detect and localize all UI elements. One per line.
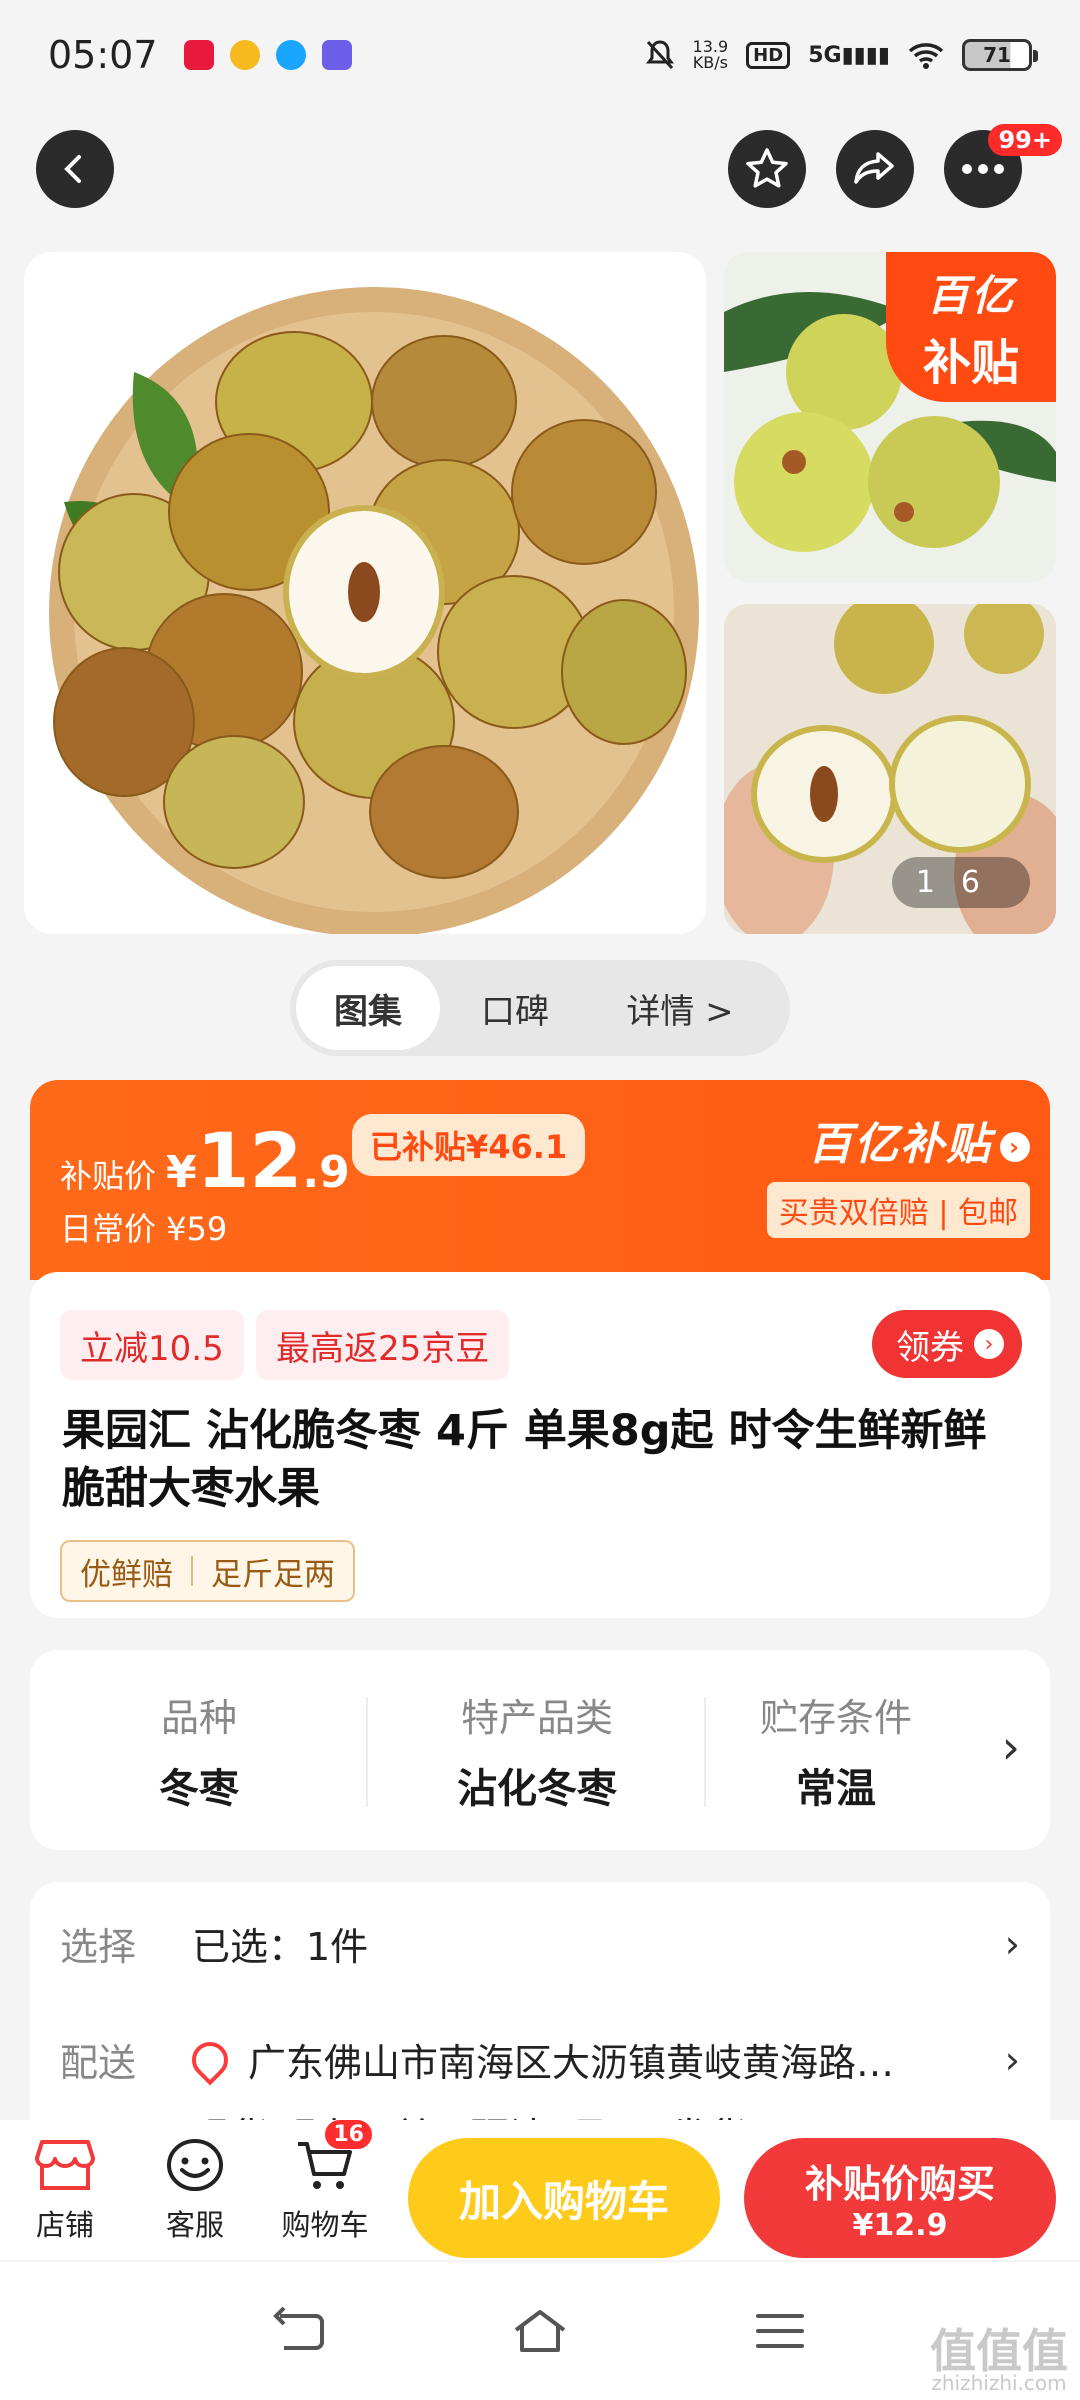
gallery-tabs: 图集 口碑 详情 > (290, 960, 790, 1056)
hd-icon: HD (746, 41, 791, 69)
shop-icon (35, 2140, 95, 2190)
share-button[interactable] (836, 130, 914, 208)
bottom-action-bar: 店铺 客服 购物车 16 加入购物车 补贴价购买 ¥12.9 (0, 2120, 1080, 2260)
attribute-storage: 贮存条件 常温 (759, 1695, 912, 1812)
chevron-right-icon: › (1000, 1132, 1030, 1162)
system-nav-bar: 值值值 zhizhizhi.com (0, 2262, 1080, 2400)
top-action-bar: 99+ (36, 124, 1062, 210)
cart-count-badge: 16 (325, 2120, 372, 2149)
status-indicators: 13.9 KB/s HD 5G▮▮▮▮ 71 (645, 37, 1038, 72)
nav-home-icon[interactable] (510, 2306, 570, 2356)
app-notification-icon (229, 40, 260, 70)
product-info-card: 立减10.5 最高返25京豆 领券 › 果园汇 沾化脆冬枣 4斤 单果8g起 时令… (30, 1272, 1050, 1618)
favorite-button[interactable] (728, 130, 806, 208)
subsidy-price: 补贴价 ¥ 12 .9 (60, 1116, 350, 1205)
chevron-right-icon[interactable]: › (1002, 1720, 1020, 1774)
product-attributes[interactable]: 品种 冬枣 特产品类 沾化冬枣 贮存条件 常温 › (30, 1650, 1050, 1850)
subsidy-amount-pill: 已补贴¥46.1 (352, 1114, 586, 1176)
shop-button[interactable]: 店铺 (0, 2136, 130, 2244)
product-thumbnail-2[interactable]: 16 (724, 604, 1056, 934)
tab-details[interactable]: 详情 > (590, 966, 770, 1050)
bell-mute-icon (645, 40, 674, 70)
delivery-row[interactable]: 配送 广东佛山市南海区大沥镇黄岐黄海路… › (60, 2032, 1020, 2087)
selection-card: 选择 已选：1件 › 配送 广东佛山市南海区大沥镇黄岐黄海路… › 现货 现在下… (30, 1882, 1050, 2122)
fresh-guarantee-badge: 优鲜赔 (80, 1556, 173, 1593)
service-badges[interactable]: 优鲜赔 足斤足两 (60, 1540, 355, 1602)
daily-price: 日常价 ¥59 (60, 1210, 228, 1248)
tab-gallery[interactable]: 图集 (296, 966, 440, 1050)
qq-icon (275, 40, 306, 70)
chevron-right-icon: › (974, 1329, 1004, 1359)
billion-subsidy-link[interactable]: 百亿补贴 › 买贵双倍赔 | 包邮 (766, 1108, 1030, 1238)
battery-icon: 71 (962, 39, 1038, 71)
product-main-image[interactable] (24, 252, 706, 934)
guarantee-tag: 买贵双倍赔 | 包邮 (766, 1182, 1030, 1238)
status-bar: 05:07 13.9 KB/s HD 5G▮▮▮▮ 71 (0, 0, 1080, 110)
subsidy-buy-button[interactable]: 补贴价购买 ¥12.9 (744, 2138, 1056, 2258)
message-count-badge: 99+ (988, 124, 1062, 156)
nav-menu-icon[interactable] (750, 2306, 810, 2356)
customer-service-icon (167, 2139, 223, 2191)
cart-button[interactable]: 购物车 16 (260, 2120, 390, 2244)
star-icon (746, 148, 788, 188)
site-watermark: 值值值 zhizhizhi.com (930, 2324, 1068, 2395)
net-speed: 13.9 KB/s (692, 37, 729, 72)
signal-5g: 5G▮▮▮▮ (808, 42, 890, 68)
tab-reviews[interactable]: 口碑 (440, 966, 590, 1050)
product-title: 果园汇 沾化脆冬枣 4斤 单果8g起 时令生鲜新鲜脆甜大枣水果 (62, 1406, 987, 1514)
instant-discount-chip[interactable]: 立减10.5 (60, 1310, 244, 1380)
chevron-right-icon: › (1004, 1921, 1020, 1966)
billion-subsidy-logo: 百亿补贴 › (767, 1108, 1030, 1172)
chevron-right-icon: › (1004, 2037, 1020, 2082)
selection-row[interactable]: 选择 已选：1件 › (60, 1916, 1020, 1971)
tieba-icon (321, 40, 352, 70)
attribute-variety: 品种 冬枣 (30, 1687, 368, 1814)
status-app-icons (183, 40, 352, 70)
nav-back-icon[interactable] (270, 2306, 330, 2356)
status-time: 05:07 (48, 33, 158, 77)
billion-subsidy-badge: 百亿 补贴 (886, 252, 1056, 402)
location-pin-icon (184, 2034, 236, 2085)
add-to-cart-button[interactable]: 加入购物车 (408, 2138, 720, 2258)
wifi-icon (908, 43, 944, 69)
share-icon (854, 152, 894, 184)
customer-service-button[interactable]: 客服 (130, 2136, 260, 2244)
price-banner: 补贴价 ¥ 12 .9 已补贴¥46.1 日常价 ¥59 百亿补贴 › 买贵双倍赔… (30, 1080, 1050, 1280)
back-arrow-icon (64, 155, 81, 183)
image-pager: 16 (891, 857, 1030, 908)
app-notification-icon (183, 40, 214, 70)
jingdou-rebate-chip[interactable]: 最高返25京豆 (256, 1310, 510, 1380)
back-button[interactable] (36, 130, 114, 208)
jujube-bowl-image (49, 287, 699, 934)
attribute-specialty: 特产品类 沾化冬枣 (368, 1687, 706, 1814)
more-button[interactable]: 99+ (944, 124, 1062, 208)
get-coupon-button[interactable]: 领券 › (872, 1310, 1022, 1378)
full-weight-badge: 足斤足两 (211, 1556, 335, 1593)
product-thumbnail-1[interactable]: 百亿 补贴 (724, 252, 1056, 582)
more-dots-icon (962, 164, 1004, 174)
